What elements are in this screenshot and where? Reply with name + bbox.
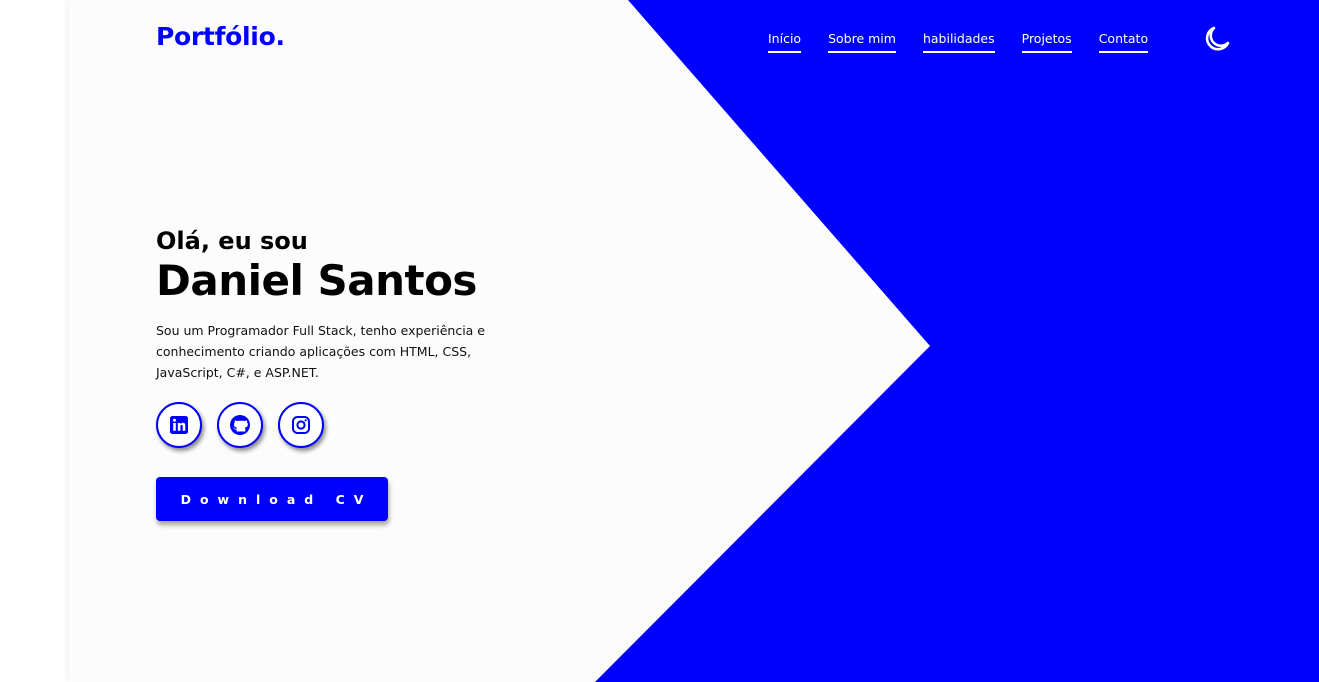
hero-greeting: Olá, eu sou — [156, 227, 308, 255]
portfolio-page: Portfólio. Início Sobre mim habilidades … — [69, 0, 1319, 682]
instagram-icon — [292, 416, 310, 434]
hero-bio: Sou um Programador Full Stack, tenho exp… — [156, 323, 485, 380]
nav-link-projetos[interactable]: Projetos — [1021, 31, 1072, 53]
nav-link-inicio[interactable]: Início — [768, 31, 802, 53]
instagram-button[interactable] — [278, 402, 324, 448]
nav-link-habilidades[interactable]: habilidades — [922, 31, 995, 53]
github-icon — [230, 415, 250, 435]
linkedin-icon — [170, 416, 188, 434]
github-button[interactable] — [217, 402, 263, 448]
theme-toggle-button[interactable] — [1202, 24, 1232, 54]
nav-link-contato[interactable]: Contato — [1098, 31, 1149, 53]
logo[interactable]: Portfólio. — [156, 22, 285, 51]
main-nav: Início Sobre mim habilidades Projetos Co… — [768, 31, 1175, 53]
hero-section: Olá, eu sou Daniel Santos Sou um Program… — [156, 226, 536, 383]
nav-link-sobre-mim[interactable]: Sobre mim — [828, 31, 896, 53]
social-links — [156, 402, 339, 448]
download-cv-button[interactable]: Download CV — [156, 477, 388, 521]
hero-name: Daniel Santos — [156, 256, 477, 305]
linkedin-button[interactable] — [156, 402, 202, 448]
moon-icon — [1205, 26, 1230, 51]
